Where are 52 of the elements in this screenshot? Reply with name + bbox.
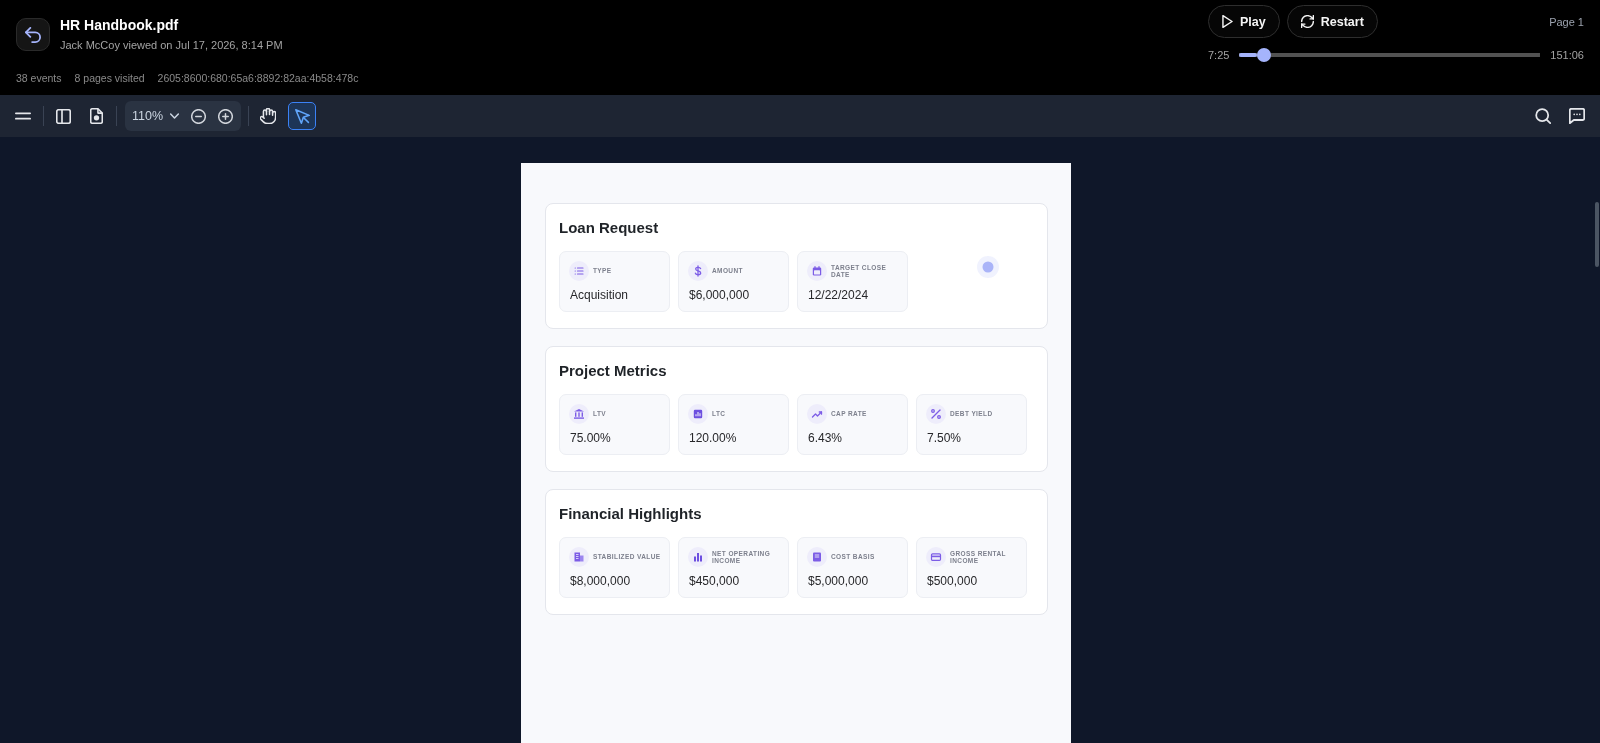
search-icon[interactable] bbox=[1535, 108, 1551, 124]
bar-chart-icon bbox=[688, 547, 708, 567]
metric-value: $6,000,000 bbox=[688, 287, 751, 303]
restart-button[interactable]: Restart bbox=[1286, 5, 1378, 38]
dollar-sign-icon bbox=[688, 261, 708, 281]
session-stat: 8 pages visited bbox=[74, 71, 145, 85]
hand-icon bbox=[260, 108, 276, 124]
section-title: Financial Highlights bbox=[559, 504, 703, 524]
metric-value: Acquisition bbox=[569, 287, 630, 303]
undo-arrow-icon bbox=[25, 26, 41, 43]
zoom-out-icon[interactable] bbox=[191, 108, 207, 124]
page-indicator: Page 1 bbox=[1549, 15, 1584, 28]
scrollbar-thumb[interactable] bbox=[1595, 202, 1599, 267]
credit-card-icon bbox=[926, 547, 946, 567]
bank-icon bbox=[569, 404, 589, 424]
metric-value: 12/22/2024 bbox=[807, 287, 870, 303]
zoom-dropdown[interactable]: 110% bbox=[125, 101, 180, 131]
play-button[interactable]: Play bbox=[1208, 5, 1280, 38]
viewer-info: Jack McCoy viewed on Jul 17, 2026, 8:14 PM bbox=[60, 38, 283, 53]
back-button[interactable] bbox=[16, 18, 50, 51]
section-title: Project Metrics bbox=[559, 361, 668, 381]
menu-icon[interactable] bbox=[15, 111, 31, 121]
zoom-in-icon[interactable] bbox=[218, 108, 234, 124]
percent-icon bbox=[926, 404, 946, 424]
sidebar-icon[interactable] bbox=[56, 108, 71, 124]
session-stat: 38 events bbox=[16, 71, 62, 85]
metric-value: 120.00% bbox=[688, 430, 738, 446]
session-stat: 2605:8600:680:65a6:8892:82aa:4b58:478c bbox=[157, 71, 359, 85]
chat-icon[interactable] bbox=[1569, 108, 1585, 124]
metric-value: $5,000,000 bbox=[807, 573, 870, 589]
metric-value: $450,000 bbox=[688, 573, 741, 589]
metric-value: $8,000,000 bbox=[569, 573, 632, 589]
document-icon bbox=[807, 547, 827, 567]
list-icon bbox=[569, 261, 589, 281]
document-title: HR Handbook.pdf bbox=[60, 16, 180, 34]
section-title: Loan Request bbox=[559, 218, 660, 238]
total-time: 151:06 bbox=[1550, 49, 1584, 61]
seek-thumb[interactable] bbox=[1256, 48, 1271, 62]
metric-value: 7.50% bbox=[926, 430, 963, 446]
file-icon[interactable] bbox=[90, 108, 103, 124]
elapsed-time: 7:25 bbox=[1208, 49, 1230, 61]
play-icon bbox=[1222, 15, 1233, 28]
metric-value: 6.43% bbox=[807, 430, 844, 446]
chevron-down-icon bbox=[170, 113, 180, 119]
refresh-icon bbox=[1300, 15, 1314, 28]
metric-value: $500,000 bbox=[926, 573, 979, 589]
pointer-tool-button[interactable] bbox=[288, 102, 316, 130]
metric-value: 75.00% bbox=[569, 430, 612, 446]
building-icon bbox=[569, 547, 589, 567]
pointer-icon bbox=[294, 108, 310, 124]
calendar-icon bbox=[807, 261, 827, 281]
cursor-marker-icon bbox=[977, 256, 999, 278]
